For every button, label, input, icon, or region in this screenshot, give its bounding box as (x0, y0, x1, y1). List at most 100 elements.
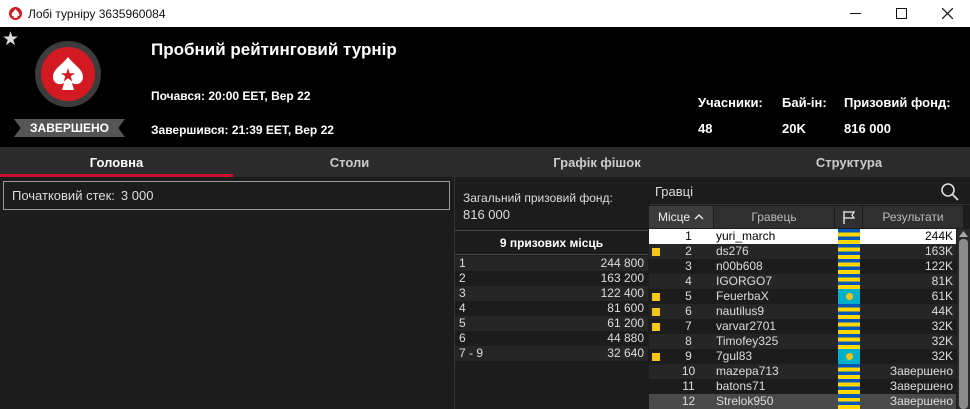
player-row[interactable]: 3 n00b608 122K (649, 259, 956, 274)
entrants-value: 48 (698, 121, 713, 136)
player-result: 163K (924, 244, 953, 258)
player-mark-cell (649, 289, 663, 304)
prize-row: 5 61 200 (455, 316, 648, 331)
player-flag-cell (835, 349, 863, 364)
end-time: Завершився: 21:39 EET, Вер 22 (151, 123, 334, 137)
player-row[interactable]: 5 FeuerbaX 61K (649, 289, 956, 304)
kazakhstan-flag-icon (838, 349, 860, 364)
column-results[interactable]: Результати (863, 206, 964, 228)
player-name: yuri_march (716, 229, 776, 243)
prize-place: 1 (459, 256, 466, 270)
player-name: mazepa713 (716, 364, 779, 378)
ukraine-flag-icon (838, 259, 860, 274)
tab-structure[interactable]: Структура (728, 147, 970, 177)
search-icon[interactable] (940, 182, 960, 202)
kazakhstan-flag-icon (838, 289, 860, 304)
player-place: 8 (685, 334, 692, 348)
scrollbar-thumb[interactable] (959, 239, 968, 409)
player-result: 244K (924, 229, 953, 243)
prize-place: 6 (459, 331, 466, 345)
player-marker-icon (652, 352, 660, 361)
player-name: Timofey325 (716, 334, 779, 348)
player-row[interactable]: 11 batons71 Завершено (649, 379, 956, 394)
player-row[interactable]: 6 nautilus9 44K (649, 304, 956, 319)
tab-tables[interactable]: Столи (233, 147, 466, 177)
column-place[interactable]: Місце (649, 206, 714, 228)
player-flag-cell (835, 259, 863, 274)
prize-places-header: 9 призових місць (455, 230, 648, 255)
players-panel: Гравці Місце Гравець Результати 1 yuri_ma… (649, 177, 970, 409)
player-mark-cell (649, 349, 663, 364)
player-marker-icon (652, 292, 660, 301)
player-result: 32K (931, 349, 953, 363)
player-result: Завершено (889, 364, 953, 378)
ukraine-flag-icon (838, 379, 860, 394)
sort-ascending-icon (694, 214, 704, 220)
pokerstars-spade-icon (53, 57, 83, 90)
prize-amount: 244 800 (600, 256, 644, 270)
starting-stack-value: 3 000 (120, 188, 154, 203)
tab-chip-graph[interactable]: Графік фішок (466, 147, 728, 177)
player-row[interactable]: 12 Strelok950 Завершено (649, 394, 956, 409)
status-badge: ЗАВЕРШЕНО (14, 119, 125, 137)
ukraine-flag-icon (838, 304, 860, 319)
player-place: 5 (685, 289, 692, 303)
player-name: n00b608 (716, 259, 763, 273)
player-name: IGORGO7 (716, 274, 773, 288)
players-scrollbar[interactable] (957, 229, 970, 409)
prize-pool-label: Призовий фонд: (844, 95, 951, 110)
player-row[interactable]: 2 ds276 163K (649, 244, 956, 259)
prize-amount: 81 600 (607, 301, 644, 315)
player-flag-cell (835, 394, 863, 409)
player-flag-cell (835, 274, 863, 289)
player-name: 7gul83 (716, 349, 753, 363)
player-mark-cell (649, 274, 663, 289)
buyin-label: Бай-ін: (782, 95, 827, 110)
close-button[interactable] (924, 0, 970, 27)
prize-amount: 32 640 (607, 346, 644, 360)
maximize-button[interactable] (878, 0, 924, 27)
player-mark-cell (649, 229, 663, 244)
player-mark-cell (649, 379, 663, 394)
player-row[interactable]: 10 mazepa713 Завершено (649, 364, 956, 379)
player-row[interactable]: 1 yuri_march 244K (649, 229, 956, 244)
player-name: FeuerbaX (716, 289, 769, 303)
prize-row: 2 163 200 (455, 271, 648, 286)
player-flag-cell (835, 334, 863, 349)
scroll-up-icon[interactable] (959, 231, 968, 237)
player-marker-icon (652, 247, 660, 256)
player-flag-cell (835, 289, 863, 304)
player-place: 4 (685, 274, 692, 288)
player-row[interactable]: 9 7gul83 32K (649, 349, 956, 364)
column-player[interactable]: Гравець (714, 206, 835, 228)
star-icon[interactable]: ★ (2, 30, 19, 49)
player-name: batons71 (716, 379, 766, 393)
prize-place: 3 (459, 286, 466, 300)
player-flag-cell (835, 244, 863, 259)
player-place: 2 (685, 244, 692, 258)
lobby-tabs: Головна Столи Графік фішок Структура (0, 147, 970, 177)
player-name: nautilus9 (716, 304, 765, 318)
prize-places-list: 1 244 800 2 163 200 3 122 400 4 81 600 5 61 200 6 4… (455, 256, 648, 361)
player-flag-cell (835, 379, 863, 394)
player-name: ds276 (716, 244, 749, 258)
player-place: 3 (685, 259, 692, 273)
minimize-button[interactable] (832, 0, 878, 27)
column-flag[interactable] (835, 206, 863, 228)
player-row[interactable]: 4 IGORGO7 81K (649, 274, 956, 289)
prize-amount: 44 880 (607, 331, 644, 345)
players-search-label: Гравці (655, 183, 694, 199)
buyin-value: 20K (782, 121, 806, 136)
players-search[interactable]: Гравці (649, 178, 970, 205)
player-mark-cell (649, 334, 663, 349)
tab-main[interactable]: Головна (0, 147, 233, 177)
player-mark-cell (649, 304, 663, 319)
title-bar: Лобі турніру 3635960084 (0, 0, 970, 27)
player-mark-cell (649, 319, 663, 334)
player-row[interactable]: 8 Timofey325 32K (649, 334, 956, 349)
pokerstars-app-icon (8, 7, 22, 21)
prize-place: 7 - 9 (459, 346, 484, 360)
player-mark-cell (649, 244, 663, 259)
player-row[interactable]: 7 varvar2701 32K (649, 319, 956, 334)
total-prize-value: 816 000 (463, 207, 510, 222)
